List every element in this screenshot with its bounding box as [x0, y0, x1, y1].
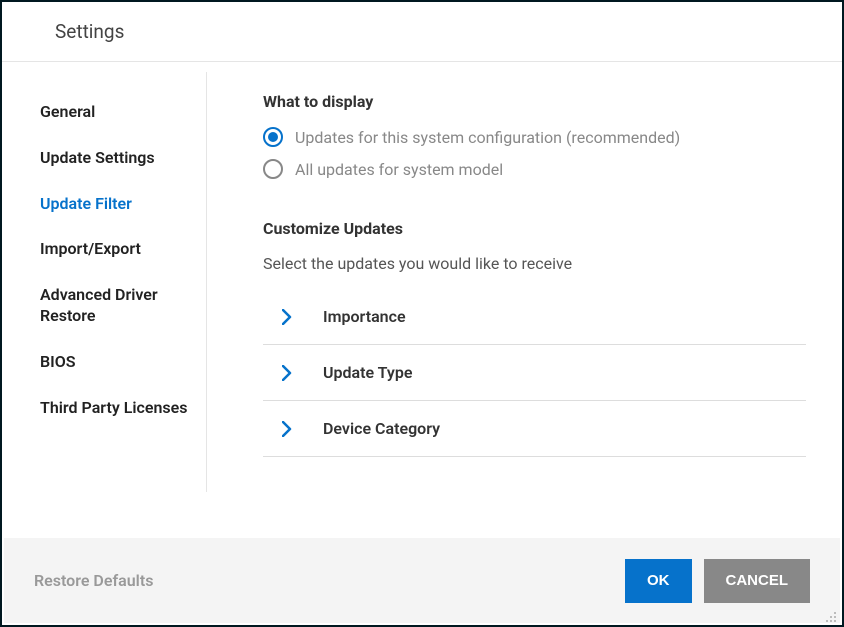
what-to-display-heading: What to display: [263, 92, 806, 111]
sidebar: General Update Settings Update Filter Im…: [2, 72, 207, 492]
radio-option-all-updates[interactable]: All updates for system model: [263, 159, 806, 179]
expand-row-importance[interactable]: Importance: [263, 289, 806, 345]
restore-defaults-link[interactable]: Restore Defaults: [34, 571, 153, 590]
radio-icon: [263, 127, 283, 147]
sidebar-item-bios[interactable]: BIOS: [40, 352, 206, 373]
content-area: General Update Settings Update Filter Im…: [2, 62, 842, 522]
cancel-button[interactable]: CANCEL: [704, 559, 811, 603]
expand-label: Update Type: [323, 363, 412, 382]
chevron-right-icon: [275, 309, 299, 325]
resize-grip-icon[interactable]: [825, 608, 837, 620]
expand-row-update-type[interactable]: Update Type: [263, 345, 806, 401]
sidebar-item-update-settings[interactable]: Update Settings: [40, 148, 206, 169]
page-title: Settings: [55, 20, 842, 43]
expand-row-device-category[interactable]: Device Category: [263, 401, 806, 457]
footer-bar: Restore Defaults OK CANCEL: [4, 538, 840, 623]
expand-label: Importance: [323, 307, 406, 326]
ok-button[interactable]: OK: [625, 559, 692, 603]
radio-icon: [263, 159, 283, 179]
settings-header: Settings: [2, 2, 842, 62]
radio-label: All updates for system model: [295, 160, 503, 179]
radio-label: Updates for this system configuration (r…: [295, 128, 680, 147]
radio-option-recommended[interactable]: Updates for this system configuration (r…: [263, 127, 806, 147]
customize-updates-section: Customize Updates Select the updates you…: [263, 219, 806, 457]
customize-updates-heading: Customize Updates: [263, 219, 806, 238]
sidebar-item-advanced-driver-restore[interactable]: Advanced Driver Restore: [40, 285, 206, 327]
customize-updates-desc: Select the updates you would like to rec…: [263, 254, 806, 273]
main-panel: What to display Updates for this system …: [207, 62, 842, 522]
footer-button-group: OK CANCEL: [625, 559, 810, 603]
sidebar-item-general[interactable]: General: [40, 102, 206, 123]
expand-label: Device Category: [323, 419, 440, 438]
sidebar-item-import-export[interactable]: Import/Export: [40, 239, 206, 260]
sidebar-item-third-party-licenses[interactable]: Third Party Licenses: [40, 398, 206, 419]
sidebar-item-update-filter[interactable]: Update Filter: [40, 194, 206, 215]
chevron-right-icon: [275, 421, 299, 437]
chevron-right-icon: [275, 365, 299, 381]
